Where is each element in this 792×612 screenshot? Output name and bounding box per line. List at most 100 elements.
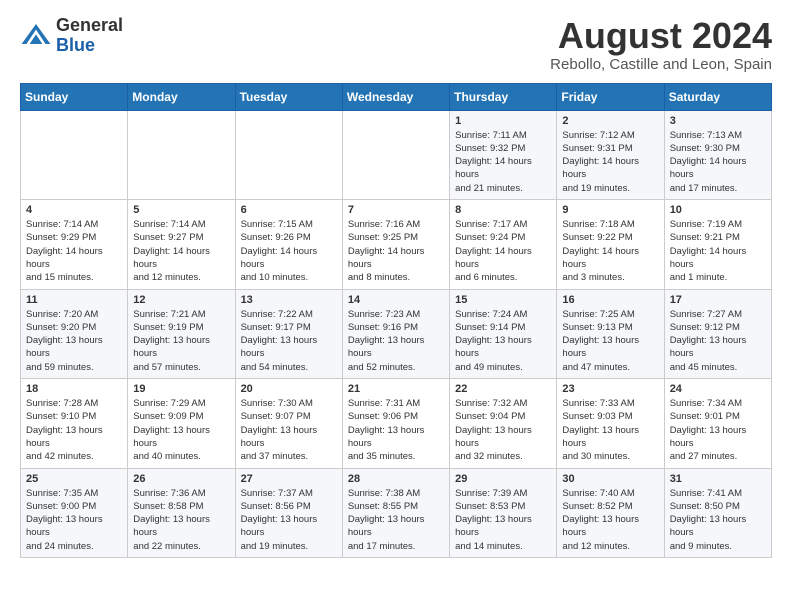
calendar-cell: 14 Sunrise: 7:23 AMSunset: 9:16 PMDayligh… <box>342 289 449 378</box>
day-number: 24 <box>670 383 766 395</box>
day-number: 8 <box>455 204 551 216</box>
calendar-cell: 1 Sunrise: 7:11 AMSunset: 9:32 PMDaylight… <box>450 110 557 199</box>
day-number: 30 <box>562 473 658 485</box>
weekday-header-tuesday: Tuesday <box>235 83 342 110</box>
day-number: 13 <box>241 294 337 306</box>
calendar-cell: 13 Sunrise: 7:22 AMSunset: 9:17 PMDayligh… <box>235 289 342 378</box>
logo-text: General Blue <box>56 16 123 56</box>
day-info: Sunrise: 7:17 AMSunset: 9:24 PMDaylight:… <box>455 218 551 284</box>
calendar-cell: 6 Sunrise: 7:15 AMSunset: 9:26 PMDaylight… <box>235 200 342 289</box>
day-number: 14 <box>348 294 444 306</box>
calendar-cell: 2Sunrise: 7:12 AMSunset: 9:31 PMDaylight… <box>557 110 664 199</box>
day-info: Sunrise: 7:39 AMSunset: 8:53 PMDaylight:… <box>455 487 551 553</box>
day-info: Sunrise: 7:22 AMSunset: 9:17 PMDaylight:… <box>241 308 337 374</box>
calendar-cell: 22 Sunrise: 7:32 AMSunset: 9:04 PMDayligh… <box>450 379 557 468</box>
weekday-header-friday: Friday <box>557 83 664 110</box>
day-number: 23 <box>562 383 658 395</box>
day-info: Sunrise: 7:18 AMSunset: 9:22 PMDaylight:… <box>562 218 658 284</box>
weekday-header-saturday: Saturday <box>664 83 771 110</box>
day-info: Sunrise: 7:30 AMSunset: 9:07 PMDaylight:… <box>241 397 337 463</box>
day-info: Sunrise: 7:34 AMSunset: 9:01 PMDaylight:… <box>670 397 766 463</box>
day-number: 19 <box>133 383 229 395</box>
day-number: 2 <box>562 115 658 127</box>
day-number: 15 <box>455 294 551 306</box>
logo: General Blue <box>20 16 123 56</box>
day-info: Sunrise: 7:11 AMSunset: 9:32 PMDaylight:… <box>455 129 551 195</box>
day-info: Sunrise: 7:15 AMSunset: 9:26 PMDaylight:… <box>241 218 337 284</box>
day-info: Sunrise: 7:40 AMSunset: 8:52 PMDaylight:… <box>562 487 658 553</box>
calendar-table: SundayMondayTuesdayWednesdayThursdayFrid… <box>20 83 772 558</box>
day-number: 5 <box>133 204 229 216</box>
day-info: Sunrise: 7:21 AMSunset: 9:19 PMDaylight:… <box>133 308 229 374</box>
day-number: 25 <box>26 473 122 485</box>
calendar-cell: 24 Sunrise: 7:34 AMSunset: 9:01 PMDayligh… <box>664 379 771 468</box>
calendar-cell: 29 Sunrise: 7:39 AMSunset: 8:53 PMDayligh… <box>450 468 557 557</box>
calendar-cell <box>235 110 342 199</box>
day-number: 27 <box>241 473 337 485</box>
calendar-cell: 12Sunrise: 7:21 AMSunset: 9:19 PMDayligh… <box>128 289 235 378</box>
day-number: 6 <box>241 204 337 216</box>
calendar-cell: 5 Sunrise: 7:14 AMSunset: 9:27 PMDaylight… <box>128 200 235 289</box>
calendar-cell: 21 Sunrise: 7:31 AMSunset: 9:06 PMDayligh… <box>342 379 449 468</box>
calendar-cell: 17 Sunrise: 7:27 AMSunset: 9:12 PMDayligh… <box>664 289 771 378</box>
calendar-cell: 7Sunrise: 7:16 AMSunset: 9:25 PMDaylight… <box>342 200 449 289</box>
day-number: 16 <box>562 294 658 306</box>
calendar-cell: 16 Sunrise: 7:25 AMSunset: 9:13 PMDayligh… <box>557 289 664 378</box>
day-info: Sunrise: 7:36 AMSunset: 8:58 PMDaylight:… <box>133 487 229 553</box>
day-info: Sunrise: 7:27 AMSunset: 9:12 PMDaylight:… <box>670 308 766 374</box>
calendar-week-1: 1 Sunrise: 7:11 AMSunset: 9:32 PMDaylight… <box>21 110 772 199</box>
day-info: Sunrise: 7:14 AMSunset: 9:27 PMDaylight:… <box>133 218 229 284</box>
day-number: 28 <box>348 473 444 485</box>
day-number: 29 <box>455 473 551 485</box>
day-info: Sunrise: 7:23 AMSunset: 9:16 PMDaylight:… <box>348 308 444 374</box>
calendar-cell <box>342 110 449 199</box>
title-block: August 2024 Rebollo, Castille and Leon, … <box>550 16 772 73</box>
day-info: Sunrise: 7:25 AMSunset: 9:13 PMDaylight:… <box>562 308 658 374</box>
header: General Blue August 2024 Rebollo, Castil… <box>20 16 772 73</box>
day-number: 4 <box>26 204 122 216</box>
weekday-header-sunday: Sunday <box>21 83 128 110</box>
day-info: Sunrise: 7:13 AMSunset: 9:30 PMDaylight:… <box>670 129 766 195</box>
calendar-cell: 8 Sunrise: 7:17 AMSunset: 9:24 PMDaylight… <box>450 200 557 289</box>
day-number: 7 <box>348 204 444 216</box>
calendar-cell: 25 Sunrise: 7:35 AMSunset: 9:00 PMDayligh… <box>21 468 128 557</box>
day-number: 17 <box>670 294 766 306</box>
calendar-cell <box>21 110 128 199</box>
day-number: 22 <box>455 383 551 395</box>
logo-general: General <box>56 15 123 35</box>
day-info: Sunrise: 7:29 AMSunset: 9:09 PMDaylight:… <box>133 397 229 463</box>
calendar-week-5: 25 Sunrise: 7:35 AMSunset: 9:00 PMDayligh… <box>21 468 772 557</box>
calendar-cell: 15 Sunrise: 7:24 AMSunset: 9:14 PMDayligh… <box>450 289 557 378</box>
day-info: Sunrise: 7:37 AMSunset: 8:56 PMDaylight:… <box>241 487 337 553</box>
calendar-cell: 18Sunrise: 7:28 AMSunset: 9:10 PMDayligh… <box>21 379 128 468</box>
logo-blue: Blue <box>56 35 95 55</box>
calendar-cell: 27 Sunrise: 7:37 AMSunset: 8:56 PMDayligh… <box>235 468 342 557</box>
calendar-cell: 20 Sunrise: 7:30 AMSunset: 9:07 PMDayligh… <box>235 379 342 468</box>
page-subtitle: Rebollo, Castille and Leon, Spain <box>550 56 772 73</box>
day-info: Sunrise: 7:19 AMSunset: 9:21 PMDaylight:… <box>670 218 766 284</box>
day-info: Sunrise: 7:31 AMSunset: 9:06 PMDaylight:… <box>348 397 444 463</box>
calendar-cell: 28Sunrise: 7:38 AMSunset: 8:55 PMDayligh… <box>342 468 449 557</box>
day-number: 1 <box>455 115 551 127</box>
calendar-cell: 3 Sunrise: 7:13 AMSunset: 9:30 PMDaylight… <box>664 110 771 199</box>
day-info: Sunrise: 7:32 AMSunset: 9:04 PMDaylight:… <box>455 397 551 463</box>
calendar-cell: 10 Sunrise: 7:19 AMSunset: 9:21 PMDayligh… <box>664 200 771 289</box>
day-number: 3 <box>670 115 766 127</box>
calendar-cell: 30 Sunrise: 7:40 AMSunset: 8:52 PMDayligh… <box>557 468 664 557</box>
day-info: Sunrise: 7:14 AMSunset: 9:29 PMDaylight:… <box>26 218 122 284</box>
calendar-week-2: 4 Sunrise: 7:14 AMSunset: 9:29 PMDaylight… <box>21 200 772 289</box>
calendar-cell: 23Sunrise: 7:33 AMSunset: 9:03 PMDayligh… <box>557 379 664 468</box>
day-number: 10 <box>670 204 766 216</box>
day-number: 31 <box>670 473 766 485</box>
day-number: 21 <box>348 383 444 395</box>
weekday-header-thursday: Thursday <box>450 83 557 110</box>
calendar-cell: 31Sunrise: 7:41 AMSunset: 8:50 PMDayligh… <box>664 468 771 557</box>
day-info: Sunrise: 7:35 AMSunset: 9:00 PMDaylight:… <box>26 487 122 553</box>
calendar-week-3: 11Sunrise: 7:20 AMSunset: 9:20 PMDayligh… <box>21 289 772 378</box>
day-info: Sunrise: 7:24 AMSunset: 9:14 PMDaylight:… <box>455 308 551 374</box>
day-number: 20 <box>241 383 337 395</box>
calendar-week-4: 18Sunrise: 7:28 AMSunset: 9:10 PMDayligh… <box>21 379 772 468</box>
logo-icon <box>20 20 52 52</box>
calendar-cell: 19 Sunrise: 7:29 AMSunset: 9:09 PMDayligh… <box>128 379 235 468</box>
day-number: 26 <box>133 473 229 485</box>
